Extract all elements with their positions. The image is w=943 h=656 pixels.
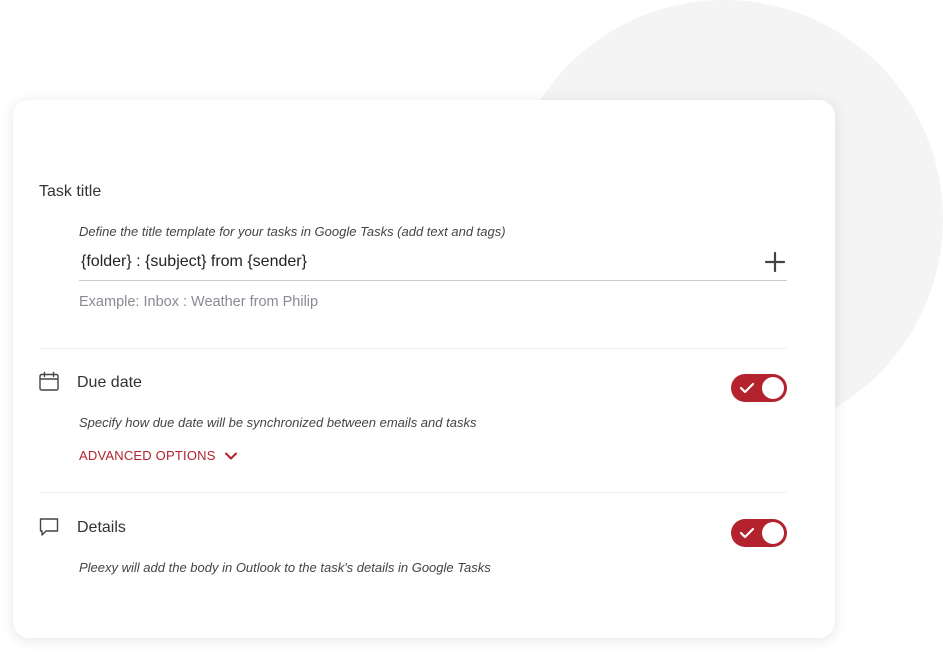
due-date-toggle[interactable] [731, 374, 787, 402]
divider [39, 492, 787, 493]
task-title-template-field[interactable]: {folder} : {subject} from {sender} [79, 248, 787, 281]
divider [39, 348, 787, 349]
calendar-icon [38, 371, 60, 393]
add-tag-button[interactable] [763, 250, 787, 274]
comment-icon [38, 516, 60, 538]
due-date-description: Specify how due date will be synchronize… [79, 415, 477, 430]
due-date-heading: Due date [77, 374, 142, 391]
task-title-heading: Task title [39, 183, 102, 200]
stage: Task title Define the title template for… [0, 0, 943, 656]
check-icon [739, 527, 755, 539]
advanced-options-label[interactable]: ADVANCED OPTIONS [79, 448, 216, 463]
task-title-template-value[interactable]: {folder} : {subject} from {sender} [81, 253, 307, 271]
details-heading: Details [77, 519, 126, 536]
plus-icon[interactable] [763, 250, 787, 274]
details-description: Pleexy will add the body in Outlook to t… [79, 560, 491, 575]
chevron-down-icon[interactable] [224, 451, 238, 461]
toggle-knob [762, 377, 784, 399]
task-title-description: Define the title template for your tasks… [79, 224, 506, 239]
toggle-knob [762, 522, 784, 544]
task-title-example: Example: Inbox : Weather from Philip [79, 294, 319, 310]
advanced-options-link[interactable]: ADVANCED OPTIONS [79, 448, 238, 463]
settings-card [13, 100, 835, 638]
details-toggle[interactable] [731, 519, 787, 547]
check-icon [739, 382, 755, 394]
